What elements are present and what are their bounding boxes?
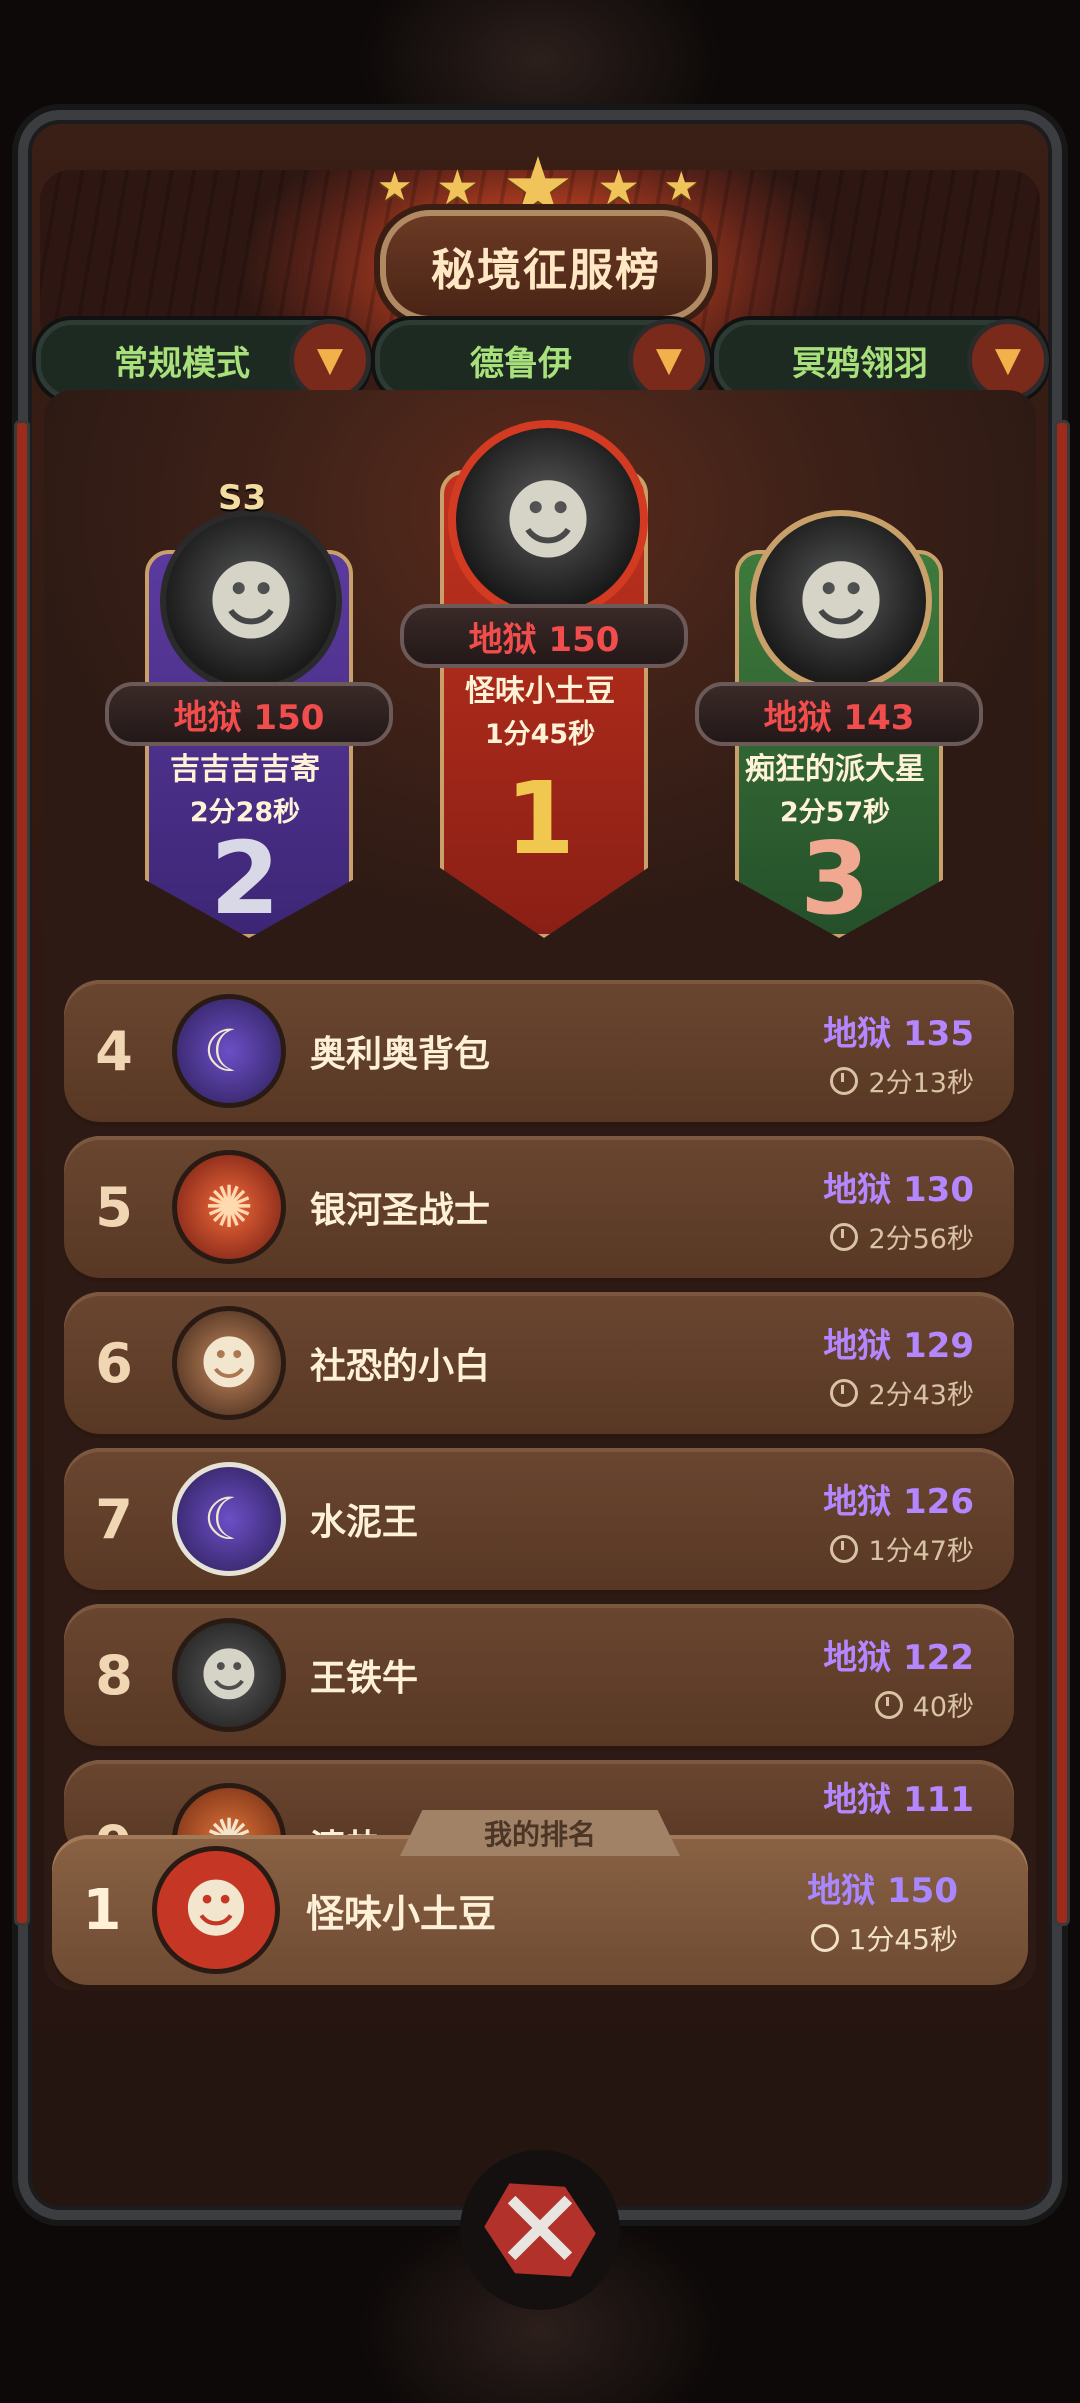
- rank-number: 5: [95, 1175, 133, 1239]
- clock-icon: [830, 1067, 859, 1095]
- podium-third-score: 地狱 143: [695, 682, 983, 746]
- close-button[interactable]: ✕: [460, 2150, 620, 2310]
- clear-time: 2分43秒: [868, 1380, 974, 1411]
- clear-time: 2分56秒: [868, 1224, 974, 1255]
- list-item[interactable]: 7 ☾ 水泥王 地狱 126 1分47秒: [64, 1448, 1014, 1590]
- score: 地狱 111: [823, 1780, 974, 1820]
- podium-second-name: 吉吉吉吉寄: [170, 752, 320, 787]
- chevron-down-icon[interactable]: ▼: [289, 319, 371, 401]
- podium-first-rank: 1: [505, 760, 575, 877]
- my-rank-card[interactable]: 1 ☻ 怪味小土豆 地狱 150 1分45秒: [52, 1835, 1028, 1985]
- clear-time: 2分13秒: [868, 1068, 974, 1099]
- star-icon: ★: [435, 160, 483, 216]
- podium-first-name: 怪味小土豆: [465, 674, 615, 709]
- score: 地狱 126: [823, 1482, 974, 1522]
- chevron-down-icon[interactable]: ▼: [967, 319, 1049, 401]
- avatar: ☻: [172, 1618, 286, 1732]
- season-badge: S3: [218, 478, 267, 518]
- podium-first-score: 地狱 150: [400, 604, 688, 668]
- podium-second-rank: 2: [210, 820, 280, 937]
- score: 地狱 122: [823, 1638, 974, 1678]
- close-icon: ✕: [493, 2166, 587, 2294]
- clock-icon: [830, 1223, 859, 1251]
- clear-time: 1分45秒: [848, 1923, 958, 1956]
- avatar: ✺: [172, 1150, 286, 1264]
- avatar: ☾: [172, 994, 286, 1108]
- list-item[interactable]: 4 ☾ 奥利奥背包 地狱 135 2分13秒: [64, 980, 1014, 1122]
- my-rank-tag: 我的排名: [400, 1810, 680, 1856]
- podium-second-score: 地狱 150: [105, 682, 393, 746]
- clock-icon: [810, 1924, 839, 1952]
- podium-third-name: 痴狂的派大星: [745, 752, 925, 787]
- avatar: ☻: [152, 1846, 280, 1974]
- page-title: 秘境征服榜: [380, 210, 712, 322]
- star-icon: ★: [376, 164, 417, 210]
- rank-number: 1: [82, 1877, 122, 1943]
- avatar: ☾: [172, 1462, 286, 1576]
- right-rail: [1054, 420, 1070, 1926]
- podium-third-rank: 3: [800, 820, 870, 937]
- filter-bar: 常规模式 ▼ 德鲁伊 ▼ 冥鸦翎羽 ▼: [36, 319, 1049, 401]
- clock-icon: [830, 1535, 859, 1563]
- score: 地狱 135: [823, 1014, 974, 1054]
- filter-mode[interactable]: 常规模式 ▼: [36, 319, 371, 401]
- score: 地狱 150: [807, 1871, 958, 1911]
- rank-number: 8: [95, 1643, 133, 1707]
- rank-number: 6: [95, 1331, 133, 1395]
- list-item[interactable]: 5 ✺ 银河圣战士 地狱 130 2分56秒: [64, 1136, 1014, 1278]
- star-icon: ★: [597, 160, 645, 216]
- ranking-list[interactable]: 4 ☾ 奥利奥背包 地狱 135 2分13秒 5 ✺ 银河圣战士 地狱 130 …: [64, 980, 1014, 1874]
- score: 地狱 130: [823, 1170, 974, 1210]
- rank-number: 7: [95, 1487, 133, 1551]
- rank-number: 4: [95, 1019, 133, 1083]
- filter-build[interactable]: 冥鸦翎羽 ▼: [714, 319, 1049, 401]
- avatar: ☻: [750, 510, 932, 692]
- clock-icon: [874, 1691, 903, 1719]
- clock-icon: [830, 1379, 859, 1407]
- score: 地狱 129: [823, 1326, 974, 1366]
- filter-class[interactable]: 德鲁伊 ▼: [375, 319, 710, 401]
- list-item[interactable]: 8 ☻ 王铁牛 地狱 122 40秒: [64, 1604, 1014, 1746]
- left-rail: [14, 420, 30, 1926]
- clear-time: 1分47秒: [868, 1536, 974, 1567]
- podium-first-time: 1分45秒: [484, 719, 596, 750]
- avatar: ☻: [172, 1306, 286, 1420]
- avatar: ☻: [448, 420, 648, 620]
- star-icon: ★: [663, 164, 704, 210]
- chevron-down-icon[interactable]: ▼: [628, 319, 710, 401]
- avatar: ☻: [160, 510, 342, 692]
- list-item[interactable]: 6 ☻ 社恐的小白 地狱 129 2分43秒: [64, 1292, 1014, 1434]
- clear-time: 40秒: [912, 1692, 974, 1723]
